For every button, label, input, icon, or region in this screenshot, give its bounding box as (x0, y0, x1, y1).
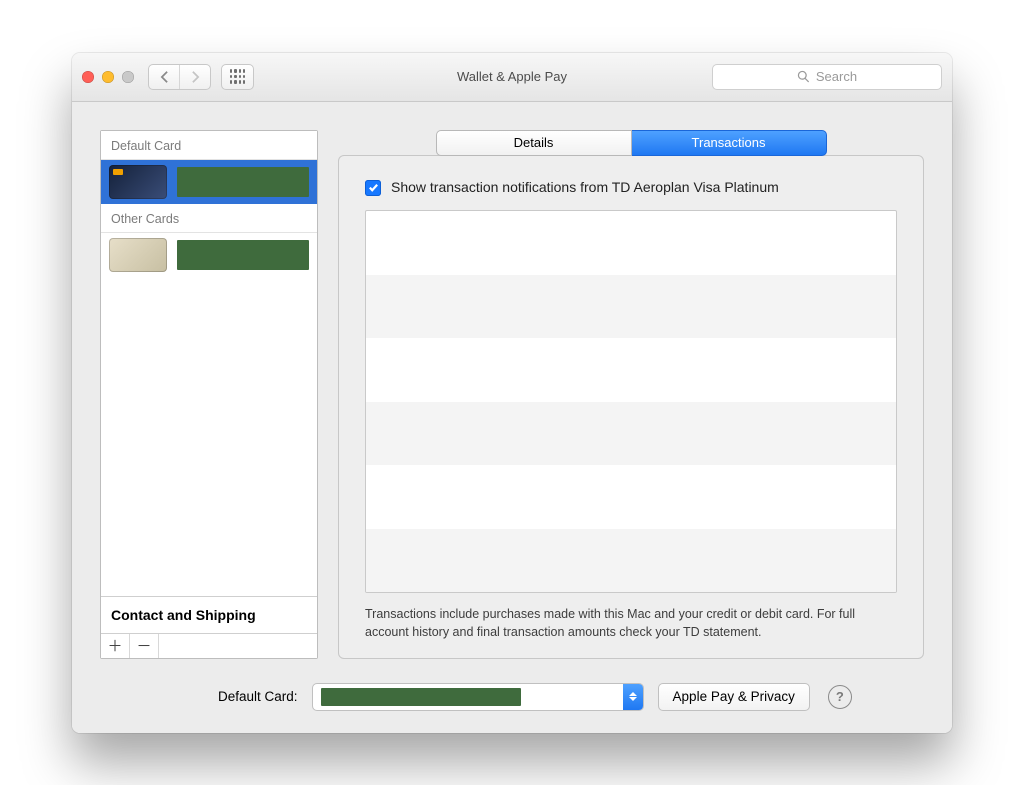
search-icon (797, 70, 810, 83)
tab-transactions[interactable]: Transactions (632, 130, 827, 156)
card-default[interactable] (101, 160, 317, 204)
titlebar: Wallet & Apple Pay Search (72, 53, 952, 102)
show-all-button[interactable] (221, 64, 254, 90)
card-other-1[interactable] (101, 233, 317, 277)
check-icon (368, 182, 379, 193)
card-sidebar: Default Card Other Cards Contact and Shi… (100, 130, 318, 659)
zoom-window-button[interactable] (122, 71, 134, 83)
close-window-button[interactable] (82, 71, 94, 83)
chevron-left-icon (159, 70, 170, 84)
add-remove-bar: ＋ － (101, 633, 317, 658)
preferences-window: Wallet & Apple Pay Search Default Card O… (72, 53, 952, 733)
tab-content: Show transaction notifications from TD A… (338, 155, 924, 659)
transactions-list[interactable] (365, 210, 897, 593)
question-icon: ? (836, 689, 844, 704)
default-card-label: Default Card: (218, 689, 298, 704)
default-card-value (313, 684, 623, 710)
chevron-right-icon (190, 70, 201, 84)
search-placeholder: Search (816, 69, 857, 84)
default-card-select[interactable] (312, 683, 644, 711)
tab-details[interactable]: Details (436, 130, 632, 156)
transaction-row (366, 338, 896, 401)
bottom-bar: Default Card: Apple Pay & Privacy ? (72, 669, 952, 733)
grid-icon (230, 69, 245, 84)
transactions-footnote: Transactions include purchases made with… (365, 605, 897, 641)
detail-panel: Details Transactions Show transaction no… (338, 130, 924, 659)
notifications-checkbox-label: Show transaction notifications from TD A… (391, 178, 779, 197)
content-area: Default Card Other Cards Contact and Shi… (72, 102, 952, 669)
card-thumbnail-icon (109, 238, 167, 272)
default-card-value-redacted (321, 688, 521, 706)
nav-back-forward (148, 64, 211, 90)
help-button[interactable]: ? (828, 685, 852, 709)
window-body: Default Card Other Cards Contact and Shi… (72, 102, 952, 733)
contact-and-shipping-button[interactable]: Contact and Shipping (101, 596, 317, 633)
window-controls (82, 71, 134, 83)
tab-bar: Details Transactions (436, 130, 827, 156)
card-name-redacted (177, 167, 309, 197)
minus-icon: － (136, 635, 151, 656)
minimize-window-button[interactable] (102, 71, 114, 83)
notifications-checkbox-row[interactable]: Show transaction notifications from TD A… (365, 178, 897, 197)
transaction-row (366, 211, 896, 274)
card-thumbnail-icon (109, 165, 167, 199)
plus-icon: ＋ (107, 635, 122, 656)
back-button[interactable] (149, 65, 179, 89)
add-card-button[interactable]: ＋ (101, 634, 130, 658)
forward-button[interactable] (179, 65, 210, 89)
select-stepper-icon (623, 684, 643, 710)
section-header-default: Default Card (101, 131, 317, 160)
transaction-row (366, 529, 896, 592)
section-header-other: Other Cards (101, 204, 317, 233)
search-field[interactable]: Search (712, 64, 942, 90)
notifications-checkbox[interactable] (365, 180, 381, 196)
transaction-row (366, 465, 896, 528)
transaction-row (366, 402, 896, 465)
remove-card-button[interactable]: － (130, 634, 159, 658)
sidebar-spacer (101, 277, 317, 596)
apple-pay-privacy-button[interactable]: Apple Pay & Privacy (658, 683, 810, 711)
transaction-row (366, 275, 896, 338)
card-name-redacted (177, 240, 309, 270)
